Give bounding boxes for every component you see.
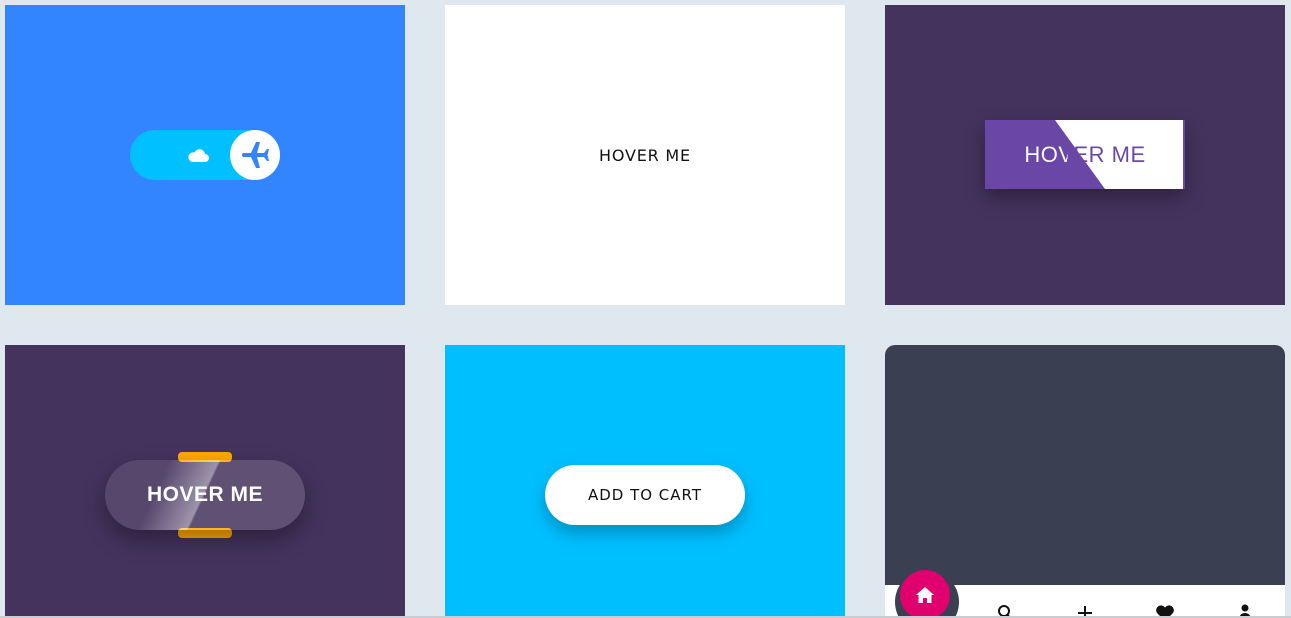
hover-me-glass-button[interactable]: HOVER ME (105, 460, 305, 530)
hover-me-button[interactable]: HOVER ME (445, 5, 845, 305)
cart-button-card: ADD TO CART (445, 345, 845, 618)
cloud-icon (188, 149, 209, 162)
airplane-icon (242, 142, 269, 168)
button-label: HOVER ME (146, 483, 263, 506)
weather-toggle[interactable] (130, 130, 280, 180)
slant-button-card: HOVER ME (885, 5, 1285, 305)
plain-button-card: HOVER ME (445, 5, 845, 305)
navigation-card (885, 345, 1285, 618)
button-label: HOVER ME (985, 120, 1185, 189)
button-label: HOVER ME (599, 145, 691, 165)
add-to-cart-button[interactable]: ADD TO CART (545, 465, 745, 525)
home-icon (916, 587, 934, 603)
toggle-card (5, 5, 405, 305)
hover-me-slant-button[interactable]: HOVER ME (985, 120, 1185, 189)
toggle-knob[interactable] (230, 130, 280, 180)
glass-button-card: HOVER ME (5, 345, 405, 618)
home-button[interactable] (900, 570, 950, 618)
button-label: ADD TO CART (587, 486, 703, 504)
